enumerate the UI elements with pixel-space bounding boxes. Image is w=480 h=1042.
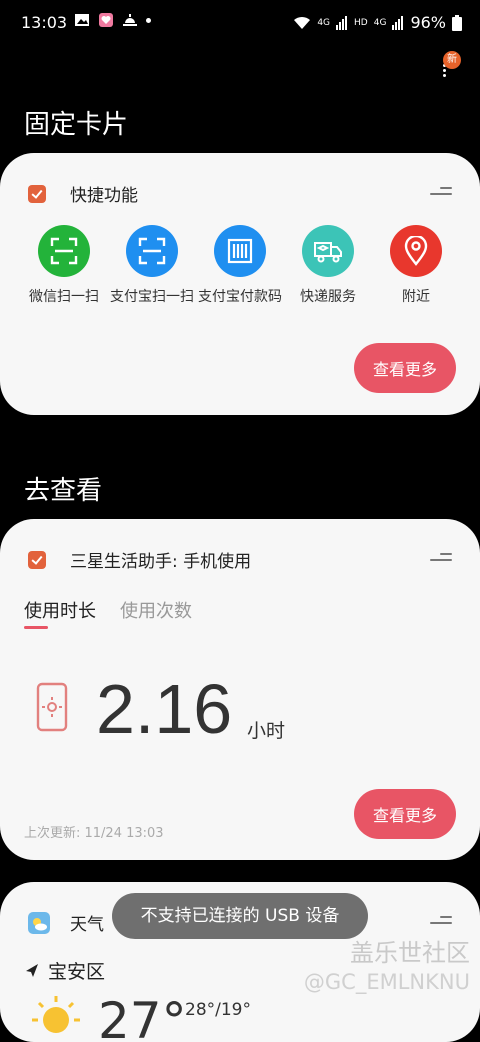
battery-percent: 96%	[410, 13, 446, 32]
phone-brightness-icon	[36, 682, 68, 732]
shortcut-alipay-pay-code[interactable]: 支付宝付款码	[196, 225, 284, 307]
new-badge: 新	[443, 51, 461, 69]
location-name: 宝安区	[48, 961, 106, 983]
network-type-label-2: 4G	[373, 17, 387, 28]
usage-duration-value: 2.16	[96, 670, 233, 748]
card-title: 快捷功能	[70, 186, 138, 206]
shortcut-wechat-scan[interactable]: 微信扫一扫	[20, 225, 108, 307]
network-type-label: 4G	[317, 17, 331, 28]
view-more-button[interactable]: 查看更多	[354, 343, 456, 393]
shortcut-label: 支付宝付款码	[198, 289, 282, 305]
app-notification-icon	[99, 13, 113, 27]
watermark-handle: @GC_EMLNKNU	[303, 970, 470, 994]
card-title: 三星生活助手: 手机使用	[70, 552, 252, 572]
location-arrow-icon	[26, 963, 38, 977]
gallery-icon	[75, 14, 89, 26]
drag-handle-icon[interactable]	[430, 553, 452, 562]
card-header: 三星生活助手: 手机使用	[28, 547, 251, 572]
sun-icon	[32, 996, 80, 1033]
battery-icon	[452, 14, 462, 31]
status-right: 4G HD 4G 96%	[293, 13, 462, 32]
phone-usage-card: 三星生活助手: 手机使用 使用时长 使用次数 2.16 小时 上次更新: 11/…	[0, 519, 480, 860]
wifi-icon	[294, 16, 311, 29]
usage-duration-unit: 小时	[247, 720, 286, 742]
truck-icon	[302, 225, 354, 277]
current-temperature: 27°	[98, 992, 187, 1042]
shortcut-label: 微信扫一扫	[29, 289, 99, 305]
quick-functions-card: 快捷功能 微信扫一扫 支付宝扫一扫 支付宝付款码 快递服务 附近 查看更多	[0, 153, 480, 415]
hd-label: HD	[354, 17, 368, 28]
view-section-title: 去查看	[24, 476, 103, 506]
shortcut-label: 快递服务	[300, 289, 356, 305]
usage-tabs: 使用时长 使用次数	[24, 597, 192, 623]
shortcut-nearby[interactable]: 附近	[372, 225, 460, 307]
weather-location: 宝安区	[24, 957, 105, 984]
watermark-brand: 盖乐世社区	[350, 939, 470, 967]
card-header: 快捷功能	[28, 181, 138, 206]
signal-icon-2	[392, 15, 404, 30]
barcode-icon	[214, 225, 266, 277]
card-checkbox-icon[interactable]	[28, 184, 46, 203]
location-pin-icon	[390, 225, 442, 277]
last-updated-text: 上次更新: 11/24 13:03	[24, 826, 164, 841]
weather-card-icon	[28, 911, 50, 934]
scan-icon	[126, 225, 178, 277]
shortcut-alipay-scan[interactable]: 支付宝扫一扫	[108, 225, 196, 307]
notification-icons	[74, 13, 151, 27]
shortcut-express-service[interactable]: 快递服务	[284, 225, 372, 307]
pinned-section-title: 固定卡片	[24, 110, 129, 140]
card-title: 天气	[70, 915, 104, 935]
view-more-button[interactable]: 查看更多	[354, 789, 456, 839]
weather-sunrise-icon	[123, 14, 137, 26]
shortcut-label: 附近	[402, 289, 430, 305]
card-header: 天气	[28, 910, 104, 935]
tab-usage-time[interactable]: 使用时长	[24, 597, 96, 623]
more-notifications-dot	[146, 17, 151, 23]
drag-handle-icon[interactable]	[430, 916, 452, 925]
temperature-range: 28°/19°	[185, 1000, 251, 1020]
status-time: 13:03	[21, 13, 68, 32]
scan-icon	[38, 225, 90, 277]
drag-handle-icon[interactable]	[430, 187, 452, 196]
tab-usage-count[interactable]: 使用次数	[120, 597, 192, 623]
active-tab-indicator	[24, 626, 48, 629]
shortcut-label: 支付宝扫一扫	[110, 289, 194, 305]
usb-toast-message: 不支持已连接的 USB 设备	[112, 893, 368, 939]
status-bar: 13:03 4G HD 4G 96%	[0, 0, 480, 44]
signal-icon	[336, 15, 348, 30]
card-checkbox-icon[interactable]	[28, 550, 46, 569]
